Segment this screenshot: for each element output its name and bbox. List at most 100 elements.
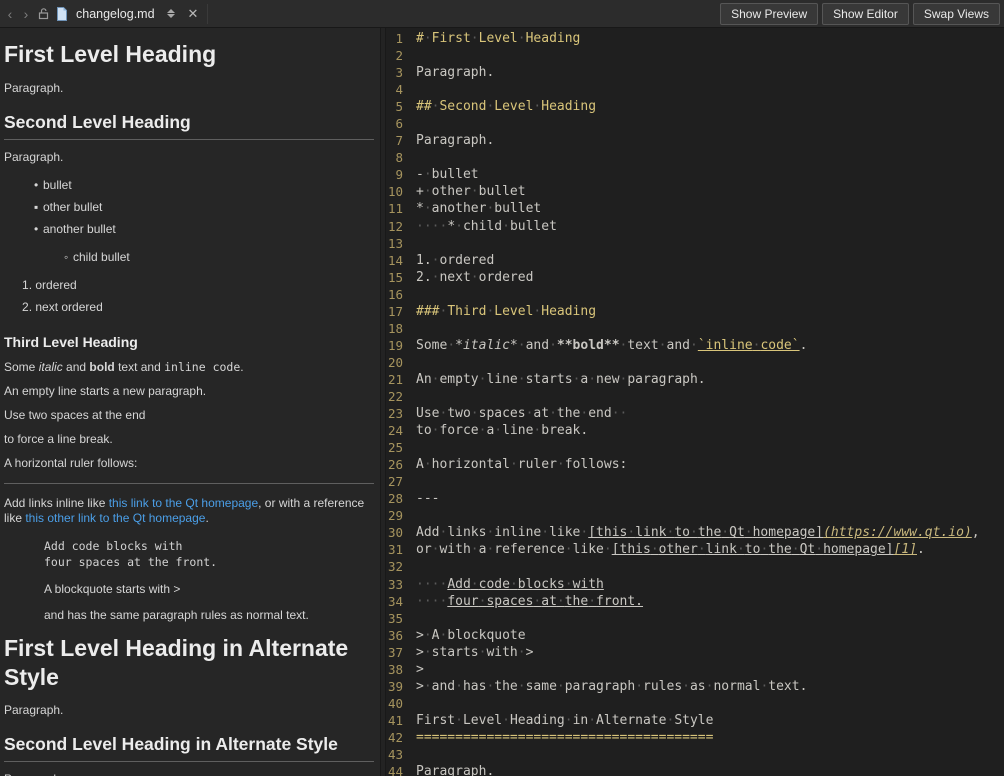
line-number: 43	[386, 746, 416, 763]
code-text: Some·*italic*·and·**bold**·text·and·`inl…	[416, 337, 807, 354]
editor-line[interactable]: 38>	[386, 661, 1004, 678]
md-h1-alt: First Level Heading in Alternate Style	[4, 634, 374, 692]
line-number: 1	[386, 30, 416, 47]
editor-line[interactable]: 1#·First·Level·Heading	[386, 30, 1004, 47]
editor-line[interactable]: 6	[386, 115, 1004, 132]
list-item-text: bullet	[43, 178, 72, 192]
whitespace-dot: ·	[424, 679, 432, 694]
editor-line[interactable]: 4	[386, 81, 1004, 98]
editor-line[interactable]: 11*·another·bullet	[386, 200, 1004, 217]
editor-line[interactable]: 20	[386, 354, 1004, 371]
editor-line[interactable]: 27	[386, 473, 1004, 490]
editor-line[interactable]: 28---	[386, 490, 1004, 507]
editor-line[interactable]: 44Paragraph.	[386, 763, 1004, 776]
code-text: ======================================	[416, 729, 713, 746]
editor-line[interactable]: 18	[386, 320, 1004, 337]
markdown-source-editor[interactable]: 1#·First·Level·Heading23Paragraph.45##·S…	[386, 28, 1004, 776]
editor-line[interactable]: 43	[386, 746, 1004, 763]
forward-button[interactable]: ›	[18, 1, 34, 27]
text-run: text and	[115, 360, 164, 374]
whitespace-dot: ·	[424, 219, 432, 234]
code-text: >·A·blockquote	[416, 627, 526, 644]
editor-toolbar: ‹ › changelog.md ✕ Show Preview Show Edi…	[0, 0, 1004, 28]
editor-line[interactable]: 10+·other·bullet	[386, 183, 1004, 200]
whitespace-dot: ·	[690, 525, 698, 540]
editor-line[interactable]: 3Paragraph.	[386, 64, 1004, 81]
line-number: 37	[386, 644, 416, 661]
editor-line[interactable]: 13	[386, 235, 1004, 252]
editor-line[interactable]: 22	[386, 388, 1004, 405]
line-number: 18	[386, 320, 416, 337]
editor-line[interactable]: 141.·ordered	[386, 252, 1004, 269]
qt-homepage-link[interactable]: this link to the Qt homepage	[109, 496, 258, 510]
editor-line[interactable]: 9-·bullet	[386, 166, 1004, 183]
qt-homepage-reference-link[interactable]: this other link to the Qt homepage	[25, 511, 205, 525]
whitespace-dot: ·	[588, 594, 596, 609]
line-number: 23	[386, 405, 416, 422]
close-document-button[interactable]: ✕	[188, 6, 199, 22]
editor-line[interactable]: 24to·force·a·line·break.	[386, 422, 1004, 439]
line-number: 34	[386, 593, 416, 610]
whitespace-dot: ·	[486, 525, 494, 540]
whitespace-dot: ·	[588, 713, 596, 728]
editor-line[interactable]: 16	[386, 286, 1004, 303]
editor-line[interactable]: 12····*·child·bullet	[386, 218, 1004, 235]
editor-line[interactable]: 19Some·*italic*·and·**bold**·text·and·`i…	[386, 337, 1004, 354]
code-text: >·and·has·the·same·paragraph·rules·as·no…	[416, 678, 807, 695]
editor-line[interactable]: 39>·and·has·the·same·paragraph·rules·as·…	[386, 678, 1004, 695]
editor-line[interactable]: 42======================================	[386, 729, 1004, 746]
editor-line[interactable]: 32	[386, 558, 1004, 575]
editor-line[interactable]: 41First·Level·Heading·in·Alternate·Style	[386, 712, 1004, 729]
md-code-block: Add code blocks with four spaces at the …	[44, 538, 374, 570]
editor-line[interactable]: 36>·A·blockquote	[386, 627, 1004, 644]
editor-line[interactable]: 7Paragraph.	[386, 132, 1004, 149]
whitespace-dot: ·	[721, 525, 729, 540]
whitespace-dot: ·	[760, 679, 768, 694]
line-number: 35	[386, 610, 416, 627]
md-paragraph: Use two spaces at the end	[4, 408, 374, 423]
show-editor-button[interactable]: Show Editor	[822, 3, 909, 25]
editor-line[interactable]: 8	[386, 149, 1004, 166]
whitespace-dot: ·	[439, 628, 447, 643]
md-bullet-list: •bullet ▪other bullet •another bullet ◦c…	[4, 174, 374, 268]
editor-line[interactable]: 21An·empty·line·starts·a·new·paragraph.	[386, 371, 1004, 388]
editor-line[interactable]: 33····Add·code·blocks·with	[386, 576, 1004, 593]
document-selector[interactable]: changelog.md	[76, 7, 155, 21]
code-text: ---	[416, 490, 439, 507]
editor-line[interactable]: 23Use·two·spaces·at·the·end··	[386, 405, 1004, 422]
editor-line[interactable]: 35	[386, 610, 1004, 627]
code-text: ····Add·code·blocks·with	[416, 576, 604, 593]
md-paragraph: Paragraph.	[4, 150, 374, 165]
md-ordered-list: ordered next ordered	[4, 274, 374, 318]
whitespace-dot: ·	[416, 577, 424, 592]
inline-code-text: inline code	[164, 360, 240, 374]
text-run: .	[205, 511, 208, 525]
whitespace-dot: ·	[486, 201, 494, 216]
code-text: Paragraph.	[416, 763, 494, 776]
show-preview-button[interactable]: Show Preview	[720, 3, 818, 25]
editor-line[interactable]: 25	[386, 439, 1004, 456]
back-button[interactable]: ‹	[2, 1, 18, 27]
editor-line[interactable]: 31or·with·a·reference·like·[this·other·l…	[386, 541, 1004, 558]
editor-line[interactable]: 5##·Second·Level·Heading	[386, 98, 1004, 115]
editor-line[interactable]: 34····four·spaces·at·the·front.	[386, 593, 1004, 610]
swap-views-button[interactable]: Swap Views	[913, 3, 1000, 25]
document-dropdown-icon[interactable]	[167, 9, 175, 18]
whitespace-dot: ·	[486, 99, 494, 114]
editor-line[interactable]: 40	[386, 695, 1004, 712]
lock-icon[interactable]	[37, 7, 50, 20]
md-h3: Third Level Heading	[4, 334, 374, 350]
line-number: 16	[386, 286, 416, 303]
whitespace-dot: ·	[502, 713, 510, 728]
editor-line[interactable]: 29	[386, 507, 1004, 524]
editor-line[interactable]: 37>·starts·with·>	[386, 644, 1004, 661]
editor-line[interactable]: 152.·next·ordered	[386, 269, 1004, 286]
line-number: 2	[386, 47, 416, 64]
whitespace-dot: ·	[565, 542, 573, 557]
file-icon	[56, 7, 68, 21]
editor-line[interactable]: 26A·horizontal·ruler·follows:	[386, 456, 1004, 473]
editor-line[interactable]: 30Add·links·inline·like·[this·link·to·th…	[386, 524, 1004, 541]
list-item: next ordered	[22, 296, 374, 318]
editor-line[interactable]: 17###·Third·Level·Heading	[386, 303, 1004, 320]
editor-line[interactable]: 2	[386, 47, 1004, 64]
